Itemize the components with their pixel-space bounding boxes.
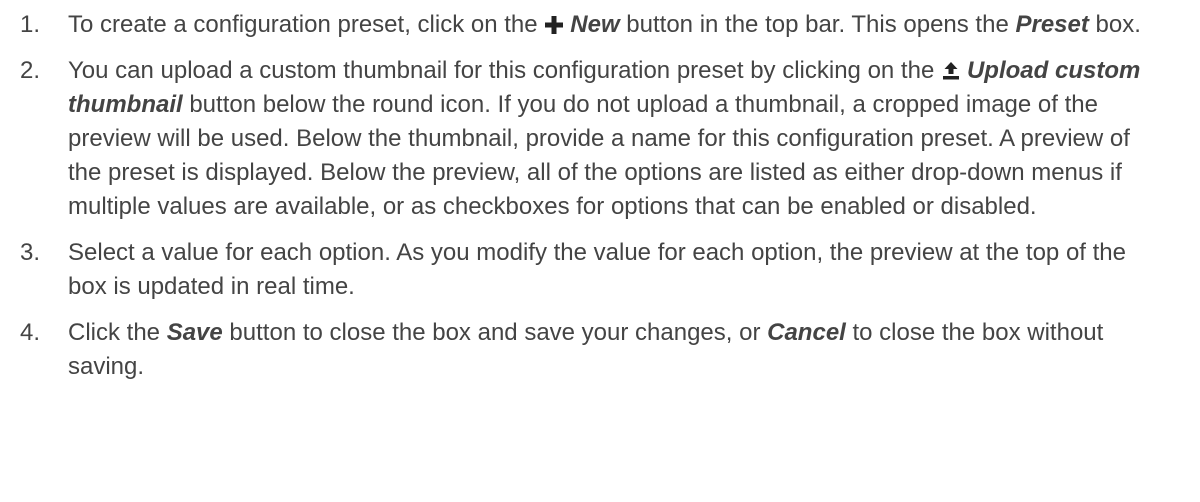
step-text: You can upload a custom thumbnail for th… — [68, 57, 941, 84]
step-number: 2. — [20, 57, 41, 84]
list-item-step-4: 4. Click the Save button to close the bo… — [0, 316, 1200, 384]
step-text: Select a value for each option. As you m… — [68, 239, 1126, 300]
step-text: button to close the box and save your ch… — [222, 319, 768, 346]
step-number: 1. — [20, 11, 41, 38]
list-item-step-2: 2. You can upload a custom thumbnail for… — [0, 54, 1200, 224]
upload-icon — [941, 61, 961, 81]
save-button-label: Save — [166, 319, 223, 346]
cancel-button-label: Cancel — [767, 319, 846, 346]
step-text: button in the top bar. This opens the — [619, 11, 1016, 38]
list-item-step-1: 1. To create a configuration preset, cli… — [0, 8, 1200, 42]
step-text: box. — [1088, 11, 1141, 38]
step-number: 4. — [20, 319, 41, 346]
list-item-step-3: 3. Select a value for each option. As yo… — [0, 236, 1200, 304]
new-button-label: New — [570, 11, 620, 38]
instructions-document: 1. To create a configuration preset, cli… — [0, 0, 1200, 502]
step-text: To create a configuration preset, click … — [68, 11, 545, 38]
step-text: button below the round icon. If you do n… — [68, 91, 1130, 220]
step-number: 3. — [20, 239, 41, 266]
preset-box-label: Preset — [1015, 11, 1089, 38]
plus-icon — [544, 15, 564, 35]
step-text: Click the — [68, 319, 167, 346]
steps-list: 1. To create a configuration preset, cli… — [0, 8, 1200, 384]
